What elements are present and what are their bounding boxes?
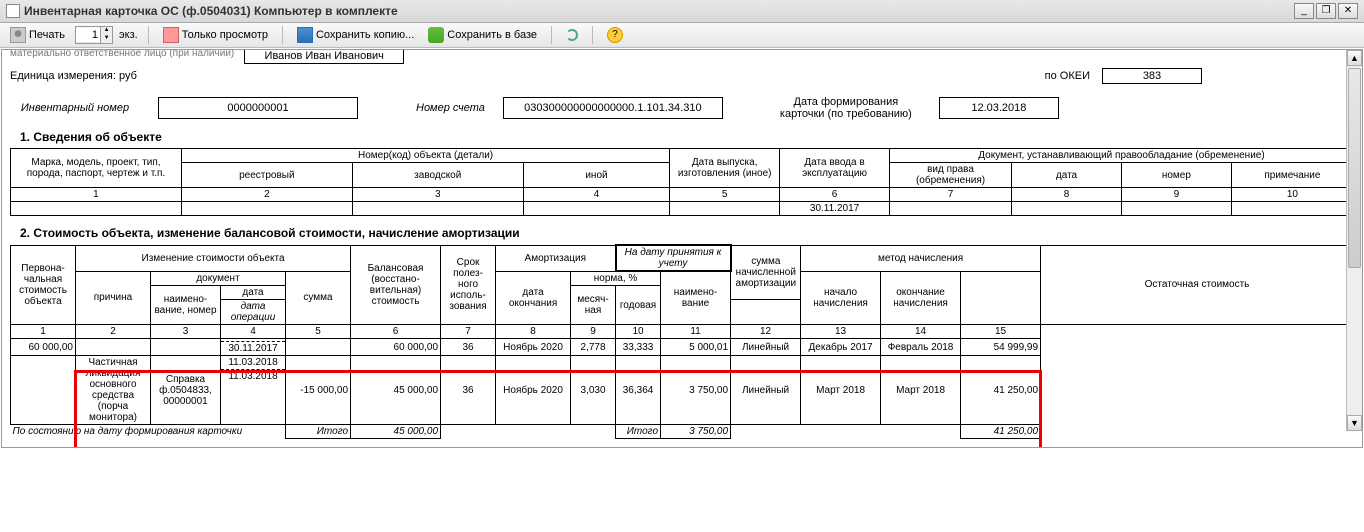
- footer-residual: 41 250,00: [961, 425, 1041, 439]
- th-reestr: реестровый: [181, 163, 352, 188]
- th-method: метод начисления: [801, 245, 1041, 271]
- vertical-scrollbar[interactable]: ▲ ▼: [1346, 50, 1362, 431]
- okei-label: по ОКЕИ: [1045, 70, 1090, 82]
- print-icon: [10, 27, 26, 43]
- th-methend: окончание начисления: [881, 271, 961, 325]
- maximize-button[interactable]: ❐: [1316, 3, 1336, 19]
- unit-label: Единица измерения: руб: [10, 70, 137, 82]
- table-row: Частичная ликвидация основного средства …: [11, 356, 1354, 370]
- spin-down-button[interactable]: ▼: [100, 35, 112, 43]
- th-docdate-op: дата операции: [221, 300, 286, 325]
- report-viewport: материально ответственное лицо (при нали…: [1, 49, 1363, 448]
- refresh-icon: [566, 29, 578, 41]
- print-button[interactable]: Печать: [6, 26, 69, 44]
- save-db-label: Сохранить в базе: [447, 29, 537, 41]
- th-norm: норма, %: [571, 271, 661, 286]
- footer-row: По состоянию на дату формирования карточ…: [11, 425, 1354, 439]
- responsible-person: Иванов Иван Иванович: [244, 49, 404, 64]
- form-date-label: Дата формирования карточки (по требовани…: [771, 96, 921, 120]
- refresh-button[interactable]: [562, 28, 582, 42]
- save-db-button[interactable]: Сохранить в базе: [424, 26, 541, 44]
- footer-amort: 3 750,00: [661, 425, 731, 439]
- th-data: дата: [1012, 163, 1122, 188]
- clipped-label: материально ответственное лицо (при нали…: [10, 49, 234, 59]
- inv-number-label: Инвентарный номер: [10, 102, 140, 114]
- save-icon: [297, 27, 313, 43]
- th-enddate: дата окончания: [496, 271, 571, 325]
- th-prim: примечание: [1231, 163, 1353, 188]
- okei-value: 383: [1102, 68, 1202, 84]
- th-change: Изменение стоимости объекта: [76, 245, 351, 271]
- account-value: 030300000000000000.1.101.34.310: [503, 97, 723, 119]
- scroll-up-button[interactable]: ▲: [1347, 50, 1362, 66]
- scroll-thumb[interactable]: [1348, 68, 1361, 268]
- footer-label: По состоянию на дату формирования карточ…: [11, 425, 286, 439]
- th-docgrp: документ: [151, 271, 286, 286]
- th-zavod: заводской: [352, 163, 523, 188]
- view-only-label: Только просмотр: [182, 29, 268, 41]
- window-title: Инвентарная карточка ОС (ф.0504031) Комп…: [24, 4, 398, 18]
- th-initcost: Первона- чальная стоимость объекта: [11, 245, 76, 325]
- cell-commiss-date[interactable]: 30.11.2017: [780, 202, 890, 216]
- th-mark: Марка, модель, проект, тип, порода, пасп…: [11, 149, 182, 188]
- th-amort-date: На дату принятия к учету: [616, 245, 731, 271]
- footer-itogo2: Итого: [616, 425, 661, 439]
- copies-suffix: экз.: [119, 29, 138, 41]
- toolbar: Печать ▲ ▼ экз. Только просмотр Сохранит…: [0, 23, 1364, 48]
- th-methname: наимено- вание: [661, 271, 731, 325]
- toolbar-divider: [148, 26, 149, 44]
- table-row: 60 000,00 60 000,00 36 Ноябрь 2020 2,778…: [11, 339, 1354, 342]
- window-icon: [6, 4, 20, 18]
- account-label: Номер счета: [416, 102, 485, 114]
- view-only-button[interactable]: Только просмотр: [159, 26, 272, 44]
- footer-balance: 45 000,00: [351, 425, 441, 439]
- th-release: Дата выпуска, изготовления (иное): [670, 149, 780, 188]
- section2-table: Первона- чальная стоимость объекта Измен…: [10, 244, 1354, 439]
- th-commiss: Дата ввода в эксплуатацию: [780, 149, 890, 188]
- title-bar: Инвентарная карточка ОС (ф.0504031) Комп…: [0, 0, 1364, 23]
- th-norm-y: годовая: [616, 286, 661, 325]
- th-amort: Амортизация: [496, 245, 616, 271]
- toolbar-divider: [551, 26, 552, 44]
- th-norm-m: месяч- ная: [571, 286, 616, 325]
- spin-up-button[interactable]: ▲: [100, 27, 112, 35]
- th-numcode: Номер(код) объекта (детали): [181, 149, 669, 163]
- footer-itogo: Итого: [286, 425, 351, 439]
- help-icon: ?: [607, 27, 623, 43]
- th-doc: Документ, устанавливающий правообладание…: [889, 149, 1353, 163]
- th-residual: Остаточная стоимость: [1041, 245, 1354, 325]
- th-reason: причина: [76, 271, 151, 325]
- th-balance: Балансовая (восстано- вительная) стоимос…: [351, 245, 441, 325]
- view-only-icon: [163, 27, 179, 43]
- save-copy-label: Сохранить копию...: [316, 29, 414, 41]
- section1-title: 1. Сведения об объекте: [20, 130, 1354, 144]
- copies-input[interactable]: [76, 28, 100, 42]
- print-label: Печать: [29, 29, 65, 41]
- minimize-button[interactable]: _: [1294, 3, 1314, 19]
- th-nomer: номер: [1121, 163, 1231, 188]
- th-inoi: иной: [523, 163, 670, 188]
- th-useful: Срок полез- ного исполь- зования: [441, 245, 496, 325]
- form-date-value: 12.03.2018: [939, 97, 1059, 119]
- th-docname: наимено- вание, номер: [151, 286, 221, 325]
- inv-number-value: 0000000001: [158, 97, 358, 119]
- section2-title: 2. Стоимость объекта, изменение балансов…: [20, 226, 1354, 240]
- copies-spinner[interactable]: ▲ ▼: [75, 26, 113, 44]
- th-accrued: сумма начисленной амортизации: [731, 245, 801, 300]
- close-button[interactable]: ✕: [1338, 3, 1358, 19]
- th-vid: вид права (обременения): [889, 163, 1011, 188]
- save-copy-button[interactable]: Сохранить копию...: [293, 26, 418, 44]
- th-sum: сумма: [286, 271, 351, 325]
- toolbar-divider: [592, 26, 593, 44]
- database-icon: [428, 27, 444, 43]
- section1-table: Марка, модель, проект, тип, порода, пасп…: [10, 148, 1354, 216]
- toolbar-divider: [282, 26, 283, 44]
- scroll-down-button[interactable]: ▼: [1347, 415, 1362, 431]
- table-row: 30.11.2017: [11, 202, 1354, 216]
- th-docdate: дата: [221, 286, 286, 300]
- th-methstart: начало начисления: [801, 271, 881, 325]
- help-button[interactable]: ?: [603, 26, 627, 44]
